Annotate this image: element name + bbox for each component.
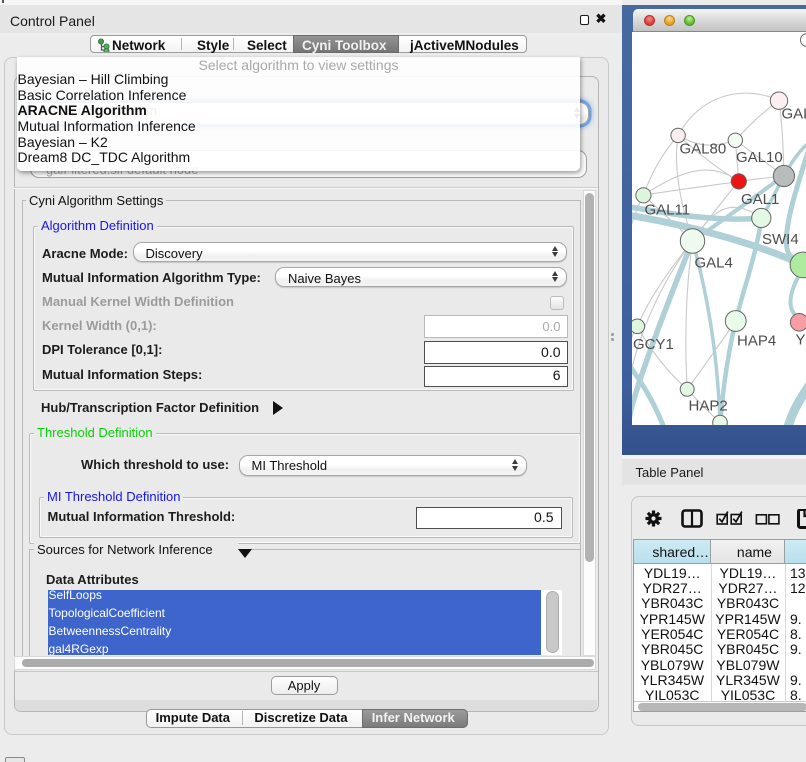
svg-text:HAP2: HAP2: [688, 397, 727, 414]
svg-text:GAL2: GAL2: [781, 105, 806, 122]
svg-text:GAL1: GAL1: [741, 191, 779, 208]
svg-text:GAL11: GAL11: [644, 201, 690, 218]
svg-text:YM: YM: [795, 331, 806, 348]
svg-text:GAL4: GAL4: [694, 254, 732, 271]
svg-text:GCY1: GCY1: [633, 336, 674, 353]
svg-text:SWI4: SWI4: [762, 231, 799, 248]
svg-text:GAL80: GAL80: [679, 140, 726, 157]
svg-text:HAP4: HAP4: [737, 332, 776, 349]
svg-text:GAL10: GAL10: [736, 149, 783, 166]
